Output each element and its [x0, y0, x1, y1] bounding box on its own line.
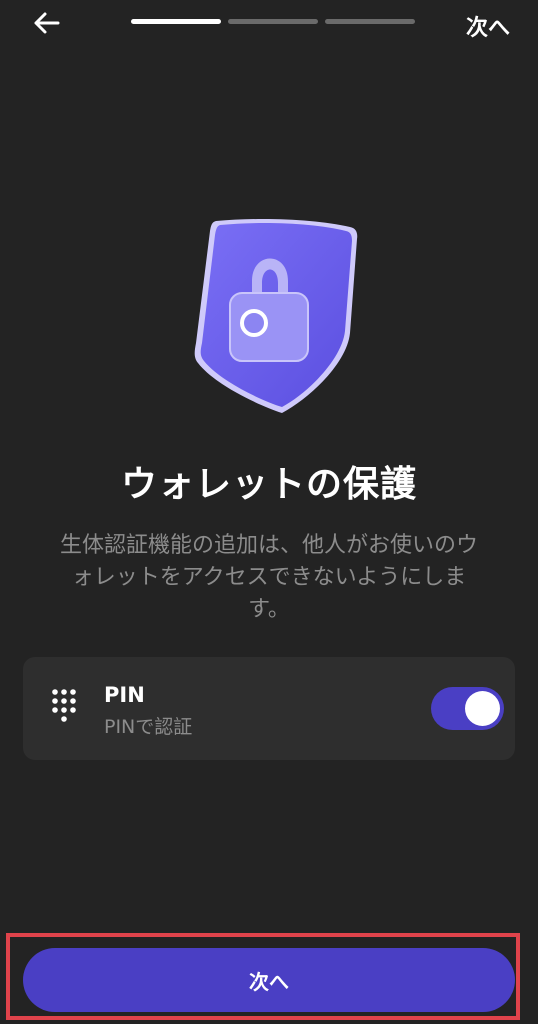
- pin-toggle[interactable]: [431, 687, 504, 730]
- step-progress: [131, 19, 415, 24]
- back-button[interactable]: [30, 8, 64, 38]
- arrow-left-icon: [34, 12, 60, 34]
- progress-step-1: [131, 19, 221, 24]
- progress-step-3: [325, 19, 415, 24]
- progress-step-2: [228, 19, 318, 24]
- hero-illustration: [190, 213, 360, 418]
- toggle-knob: [465, 691, 500, 726]
- shield-lock-icon: [194, 219, 358, 413]
- next-button[interactable]: 次へ: [23, 948, 515, 1012]
- skip-next-button[interactable]: 次へ: [466, 10, 510, 42]
- keypad-icon: [51, 688, 77, 728]
- page-description: 生体認証機能の追加は、他人がお使いのウォレットをアクセスできないようにします。: [59, 533, 478, 622]
- pin-option-subtitle: PINで認証: [104, 716, 193, 738]
- pin-option-title: PIN: [104, 683, 145, 707]
- pin-option-card: PIN PINで認証: [23, 657, 515, 760]
- top-bar: 次へ: [0, 0, 538, 48]
- page-title: ウォレットの保護: [120, 464, 417, 505]
